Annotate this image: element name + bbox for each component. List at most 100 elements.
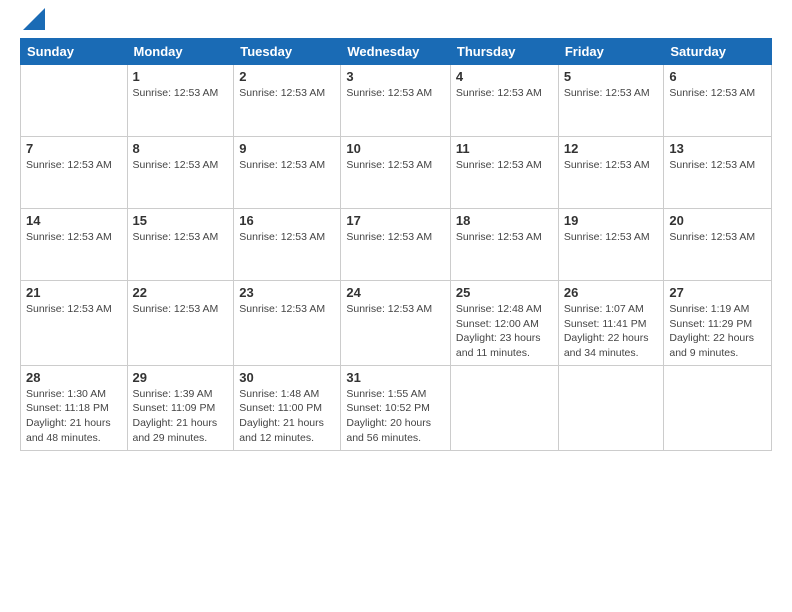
calendar-cell: 26 Sunrise: 1:07 AMSunset: 11:41 PMDaylig…: [558, 281, 664, 366]
day-info: Sunrise: 1:39 AMSunset: 11:09 PMDaylight…: [133, 387, 229, 446]
calendar-cell: 10 Sunrise: 12:53 AM: [341, 137, 451, 209]
day-info: Sunrise: 12:53 AM: [456, 86, 553, 101]
day-info: Sunrise: 12:53 AM: [133, 302, 229, 317]
day-info: Sunrise: 12:53 AM: [239, 302, 335, 317]
day-info: Sunrise: 12:53 AM: [239, 230, 335, 245]
day-info: Sunrise: 1:55 AMSunset: 10:52 PMDaylight…: [346, 387, 445, 446]
day-number: 16: [239, 213, 335, 228]
calendar-cell: 13 Sunrise: 12:53 AM: [664, 137, 772, 209]
day-number: 30: [239, 370, 335, 385]
calendar-cell: [450, 365, 558, 450]
day-number: 4: [456, 69, 553, 84]
week-row-5: 28Sunrise: 1:30 AMSunset: 11:18 PMDaylig…: [21, 365, 772, 450]
day-info: Sunrise: 1:48 AMSunset: 11:00 PMDaylight…: [239, 387, 335, 446]
day-number: 23: [239, 285, 335, 300]
calendar-cell: 11 Sunrise: 12:53 AM: [450, 137, 558, 209]
day-number: 5: [564, 69, 659, 84]
day-number: 9: [239, 141, 335, 156]
week-row-3: 14Sunrise: 12:53 AM15Sunrise: 12:53 AM16…: [21, 209, 772, 281]
calendar-cell: 24 Sunrise: 12:53 AM: [341, 281, 451, 366]
col-monday: Monday: [127, 39, 234, 65]
day-info: Sunrise: 12:53 AM: [669, 158, 766, 173]
calendar-cell: 21 Sunrise: 12:53 AM: [21, 281, 128, 366]
calendar-cell: 27 Sunrise: 1:19 AMSunset: 11:29 PMDaylig…: [664, 281, 772, 366]
week-row-1: 1Sunrise: 12:53 AM2Sunrise: 12:53 AM3Sun…: [21, 65, 772, 137]
day-info: Sunrise: 12:53 AM: [346, 158, 445, 173]
day-info: Sunrise: 12:48 AMSunset: 12:00 AMDayligh…: [456, 302, 553, 361]
week-row-2: 7 Sunrise: 12:53 AM 8 Sunrise: 12:53 AM 9 Sun…: [21, 137, 772, 209]
calendar-cell: 14 Sunrise: 12:53 AM: [21, 209, 128, 281]
calendar-header-row: Sunday Monday Tuesday Wednesday Thursday…: [21, 39, 772, 65]
day-number: 8: [133, 141, 229, 156]
day-info: Sunrise: 12:53 AM: [26, 158, 122, 173]
calendar-cell: 17Sunrise: 12:53 AM: [341, 209, 451, 281]
day-info: Sunrise: 12:53 AM: [669, 86, 766, 101]
calendar-cell: 19Sunrise: 12:53 AM: [558, 209, 664, 281]
day-number: 15: [133, 213, 229, 228]
calendar-cell: 6 Sunrise: 12:53 AM: [664, 65, 772, 137]
day-info: Sunrise: 1:07 AMSunset: 11:41 PMDaylight…: [564, 302, 659, 361]
calendar-cell: 12 Sunrise: 12:53 AM: [558, 137, 664, 209]
page: Sunday Monday Tuesday Wednesday Thursday…: [0, 0, 792, 612]
day-info: Sunrise: 12:53 AM: [564, 86, 659, 101]
calendar-cell: 3Sunrise: 12:53 AM: [341, 65, 451, 137]
calendar-cell: 29 Sunrise: 1:39 AMSunset: 11:09 PMDaylig…: [127, 365, 234, 450]
day-number: 10: [346, 141, 445, 156]
day-info: Sunrise: 12:53 AM: [239, 158, 335, 173]
calendar-table: Sunday Monday Tuesday Wednesday Thursday…: [20, 38, 772, 451]
calendar-cell: [21, 65, 128, 137]
day-info: Sunrise: 12:53 AM: [133, 230, 229, 245]
logo-icon: [23, 8, 45, 30]
day-number: 12: [564, 141, 659, 156]
calendar-cell: 15 Sunrise: 12:53 AM: [127, 209, 234, 281]
day-info: Sunrise: 12:53 AM: [346, 230, 445, 245]
calendar-cell: 22 Sunrise: 12:53 AM: [127, 281, 234, 366]
day-number: 27: [669, 285, 766, 300]
day-info: Sunrise: 12:53 AM: [26, 230, 122, 245]
col-thursday: Thursday: [450, 39, 558, 65]
day-number: 21: [26, 285, 122, 300]
week-row-4: 21Sunrise: 12:53 AM22Sunrise: 12:53 AM23…: [21, 281, 772, 366]
day-number: 29: [133, 370, 229, 385]
day-info: Sunrise: 12:53 AM: [456, 158, 553, 173]
day-number: 7: [26, 141, 122, 156]
col-tuesday: Tuesday: [234, 39, 341, 65]
day-info: Sunrise: 1:30 AMSunset: 11:18 PMDaylight…: [26, 387, 122, 446]
day-info: Sunrise: 12:53 AM: [26, 302, 122, 317]
day-number: 22: [133, 285, 229, 300]
calendar-cell: 28Sunrise: 1:30 AMSunset: 11:18 PMDaylig…: [21, 365, 128, 450]
calendar-cell: 31Sunrise: 1:55 AMSunset: 10:52 PMDaylig…: [341, 365, 451, 450]
day-number: 20: [669, 213, 766, 228]
col-saturday: Saturday: [664, 39, 772, 65]
calendar-cell: 16 Sunrise: 12:53 AM: [234, 209, 341, 281]
day-info: Sunrise: 12:53 AM: [456, 230, 553, 245]
day-number: 24: [346, 285, 445, 300]
calendar-cell: 5 Sunrise: 12:53 AM: [558, 65, 664, 137]
col-friday: Friday: [558, 39, 664, 65]
calendar-cell: 7 Sunrise: 12:53 AM: [21, 137, 128, 209]
calendar-cell: 2Sunrise: 12:53 AM: [234, 65, 341, 137]
calendar-cell: 23 Sunrise: 12:53 AM: [234, 281, 341, 366]
day-number: 13: [669, 141, 766, 156]
header: [20, 16, 772, 30]
day-info: Sunrise: 1:19 AMSunset: 11:29 PMDaylight…: [669, 302, 766, 361]
day-info: Sunrise: 12:53 AM: [669, 230, 766, 245]
day-info: Sunrise: 12:53 AM: [564, 158, 659, 173]
calendar-cell: 20 Sunrise: 12:53 AM: [664, 209, 772, 281]
day-info: Sunrise: 12:53 AM: [346, 302, 445, 317]
day-number: 26: [564, 285, 659, 300]
day-number: 18: [456, 213, 553, 228]
day-number: 19: [564, 213, 659, 228]
day-number: 14: [26, 213, 122, 228]
calendar-cell: [664, 365, 772, 450]
calendar-cell: [558, 365, 664, 450]
day-number: 11: [456, 141, 553, 156]
logo: [20, 16, 45, 30]
calendar-cell: 9 Sunrise: 12:53 AM: [234, 137, 341, 209]
calendar-cell: 25 Sunrise: 12:48 AMSunset: 12:00 AMDayli…: [450, 281, 558, 366]
day-info: Sunrise: 12:53 AM: [133, 158, 229, 173]
day-number: 25: [456, 285, 553, 300]
day-number: 6: [669, 69, 766, 84]
calendar-cell: 1Sunrise: 12:53 AM: [127, 65, 234, 137]
calendar-cell: 18 Sunrise: 12:53 AM: [450, 209, 558, 281]
